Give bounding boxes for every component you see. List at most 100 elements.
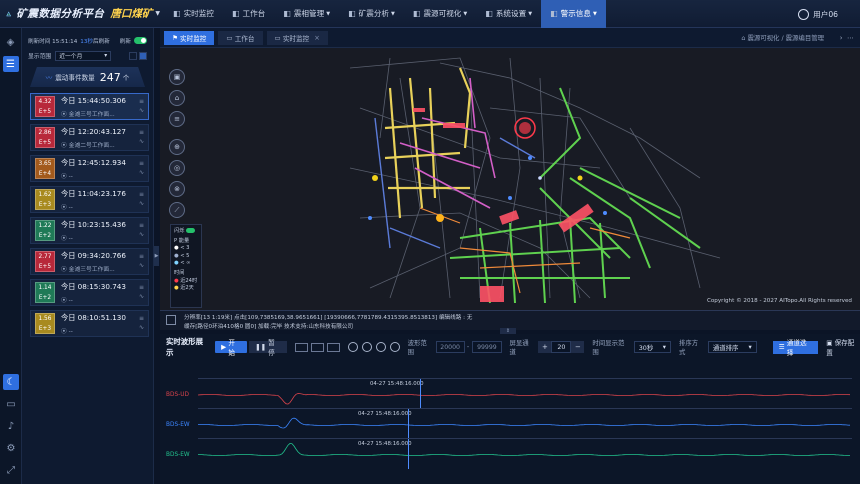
channel-select-button[interactable]: ☰ 通道选择 <box>772 339 819 357</box>
close-icon[interactable]: × <box>314 34 320 42</box>
time-cursor[interactable] <box>420 379 421 409</box>
tab-0[interactable]: ⚑ 实时监控 <box>164 30 215 45</box>
locate-icon[interactable]: ◎ <box>169 160 185 176</box>
list-view-icon[interactable] <box>139 51 147 60</box>
collapse-handle[interactable]: ▶ <box>154 246 159 266</box>
location-pin-icon: ⦿ <box>61 266 69 273</box>
nav-item-5[interactable]: ◧ 系统设置 ▼ <box>476 0 541 28</box>
waveform-track[interactable]: BDS-EW 04-27 15:48:16.000 <box>160 408 860 439</box>
zoom-in-icon[interactable] <box>347 342 358 352</box>
nav-item-2[interactable]: ◧ 震相管理 ▼ <box>274 0 339 28</box>
zoom-reset-icon[interactable] <box>375 342 386 352</box>
menu-icon[interactable]: ≡ <box>139 252 144 261</box>
chevron-down-icon[interactable]: ▼ <box>155 10 160 17</box>
wave-icon[interactable]: ∿ <box>139 168 144 177</box>
refresh-toggle[interactable] <box>134 37 147 44</box>
monitor-icon: ◧ <box>173 9 181 18</box>
grid-view-icon[interactable] <box>129 51 137 60</box>
start-button[interactable]: ▶ 开始 <box>215 339 247 357</box>
wave-min-input[interactable]: 20000 <box>435 341 465 353</box>
list-icon[interactable]: ☰ <box>2 56 19 72</box>
menu-icon[interactable]: ≡ <box>139 159 144 168</box>
pause-button[interactable]: ❚❚ 暂停 <box>248 339 287 357</box>
plus-icon[interactable]: + <box>538 341 552 353</box>
wave-max-input[interactable]: 99999 <box>472 341 502 353</box>
wave-icon[interactable]: ∿ <box>139 323 144 332</box>
waveform-track[interactable]: BDS-UD 04-27 15:48:16.000 <box>160 378 860 409</box>
flash-label: 闪烁 <box>174 228 185 234</box>
nav-item-3[interactable]: ◧ 矿震分析 ▼ <box>339 0 404 28</box>
fullscreen-icon[interactable]: ⤢ <box>3 462 19 478</box>
event-item[interactable]: 1.62 E+3 今日 11:04:23.176 ⦿ -- ≡ ∿ <box>30 186 149 213</box>
bell-icon: ◧ <box>550 9 558 18</box>
event-item[interactable]: 3.65 E+4 今日 12:45:12.934 ⦿ -- ≡ ∿ <box>30 155 149 182</box>
magnitude-badge: 1.62 E+3 <box>35 189 55 210</box>
list-icon[interactable]: ≡ <box>169 111 185 127</box>
gear-icon[interactable]: ⚙ <box>3 440 19 456</box>
chevron-down-icon: ▾ <box>748 343 752 351</box>
refresh-row: 刷新时间 15:51:14 13秒 后刷新 刷新 <box>22 34 153 47</box>
image-icon[interactable]: ▣ <box>169 69 185 85</box>
logo-icon <box>6 10 12 16</box>
mine-name[interactable]: 唐口煤矿 <box>110 6 152 21</box>
ruler-icon[interactable]: ⟋ <box>169 202 185 218</box>
image-icon[interactable] <box>326 342 340 352</box>
channel-value[interactable]: 20 <box>551 341 572 353</box>
zoom-out-icon[interactable] <box>361 342 372 352</box>
wave-icon[interactable]: ∿ <box>139 106 144 115</box>
window-icon[interactable]: ▭ <box>3 396 19 412</box>
event-item[interactable]: 1.22 E+2 今日 10:23:15.436 ⦿ -- ≡ ∿ <box>30 217 149 244</box>
fit-height-icon[interactable] <box>310 342 324 352</box>
menu-icon[interactable]: ≡ <box>139 221 144 230</box>
refresh-icon[interactable] <box>389 342 400 352</box>
target-icon[interactable]: ⊕ <box>169 139 185 155</box>
wave-icon[interactable]: ∿ <box>139 137 144 146</box>
magnitude-badge: 1.56 E+3 <box>35 313 55 334</box>
time-cursor[interactable] <box>408 409 409 439</box>
tab-2[interactable]: ▭ 实时监控 × <box>266 30 328 45</box>
menu-icon[interactable]: ≡ <box>139 283 144 292</box>
bell-icon[interactable]: ♪ <box>3 418 19 434</box>
layers-icon[interactable]: ⊗ <box>169 181 185 197</box>
fit-width-icon[interactable] <box>294 342 308 352</box>
time-cursor[interactable] <box>408 439 409 469</box>
flash-toggle[interactable] <box>186 228 196 233</box>
more-icon[interactable]: › ⋯ <box>840 34 854 42</box>
nav-item-6[interactable]: ◧ 警示信息 ▼ <box>541 0 606 28</box>
nav-item-4[interactable]: ◧ 震源可视化 ▼ <box>404 0 476 28</box>
channel-stepper[interactable]: +20− <box>538 341 585 353</box>
event-location: -- <box>68 297 73 304</box>
minus-icon[interactable]: − <box>571 341 585 353</box>
sort-select[interactable]: 通道排序 ▾ <box>707 341 757 353</box>
event-item[interactable]: 2.86 E+5 今日 12:20:43.127 ⦿ 金滩二号工作面... ≡ ∿ <box>30 124 149 151</box>
waveform-track[interactable]: BDS-EW 04-27 15:48:16.000 <box>160 438 860 469</box>
wave-icon[interactable]: ∿ <box>139 199 144 208</box>
wave-icon[interactable]: ∿ <box>139 230 144 239</box>
wave-icon[interactable]: ∿ <box>139 292 144 301</box>
chevron-down-icon: ▼ <box>326 10 331 17</box>
mine-map-canvas <box>349 57 721 304</box>
moon-icon[interactable]: ☾ <box>3 374 19 390</box>
save-config-button[interactable]: ▣ 保存配置 <box>826 337 860 357</box>
menu-icon[interactable]: ≡ <box>139 314 144 323</box>
nav-item-0[interactable]: ◧ 实时监控 <box>164 0 223 28</box>
layers-icon[interactable]: ◈ <box>3 34 19 50</box>
user-menu[interactable]: 用户06 <box>798 0 838 28</box>
mine-map[interactable]: ▣ ⌂ ≡ ⊕ ◎ ⊗ ⟋ 闪烁 P 能量 ● < 3 ● < 5 ● < ∞ 时间… <box>160 48 860 310</box>
time-range-select[interactable]: 30秒 ▾ <box>633 341 671 353</box>
home-icon[interactable]: ⌂ <box>169 90 185 106</box>
event-item[interactable]: 1.14 E+2 今日 08:15:30.743 ⦿ -- ≡ ∿ <box>30 279 149 306</box>
menu-icon[interactable]: ≡ <box>139 190 144 199</box>
count-unit: 个 <box>122 74 130 82</box>
wave-icon[interactable]: ∿ <box>139 261 144 270</box>
nav-item-1[interactable]: ◧ 工作台 <box>223 0 274 28</box>
event-location: -- <box>68 328 73 335</box>
event-item[interactable]: 1.56 E+3 今日 08:10:51.130 ⦿ -- ≡ ∿ <box>30 310 149 337</box>
event-item[interactable]: 2.77 E+5 今日 09:34:20.766 ⦿ 金滩三号工作面... ≡ ∿ <box>30 248 149 275</box>
range-select[interactable]: 近一个月 ▾ <box>55 50 112 61</box>
event-item[interactable]: 4.32 E+5 今日 15:44:50.306 ⦿ 金滩三号工作面... ≡ ∿ <box>30 93 149 120</box>
menu-icon[interactable]: ≡ <box>139 97 144 106</box>
menu-icon[interactable]: ≡ <box>139 128 144 137</box>
tab-1[interactable]: ▭ 工作台 <box>218 30 263 45</box>
logo: 矿震数据分析平台 唐口煤矿 ▼ <box>0 6 160 21</box>
